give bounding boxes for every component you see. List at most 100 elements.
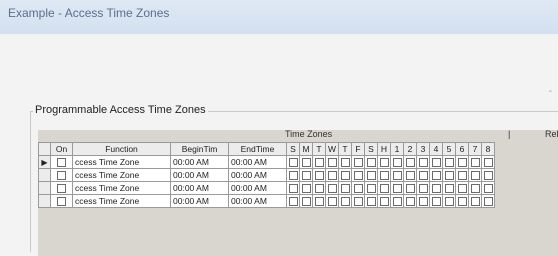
table-row[interactable]: ccess Time Zone 00:00 AM 00:00 AM	[38, 194, 495, 208]
column-header-on[interactable]: On	[50, 142, 73, 156]
column-header-day-15[interactable]: 8	[481, 142, 495, 156]
begin-time-cell[interactable]: 00:00 AM	[170, 168, 229, 182]
column-header-day-14[interactable]: 7	[468, 142, 482, 156]
day-cell[interactable]	[390, 181, 404, 195]
table-row[interactable]: ▶ ccess Time Zone 00:00 AM 00:00 AM	[38, 155, 495, 169]
day-cell[interactable]	[481, 181, 495, 195]
day-checkbox[interactable]	[314, 197, 324, 207]
day-cell[interactable]	[390, 168, 404, 182]
on-cell[interactable]	[50, 155, 73, 169]
day-cell[interactable]	[442, 181, 456, 195]
day-checkbox[interactable]	[340, 184, 350, 194]
day-cell[interactable]	[455, 194, 469, 208]
day-checkbox[interactable]	[483, 184, 493, 194]
on-checkbox[interactable]	[57, 197, 66, 207]
day-cell[interactable]	[364, 168, 378, 182]
day-cell[interactable]	[390, 194, 404, 208]
begin-time-cell[interactable]: 00:00 AM	[170, 155, 229, 169]
day-cell[interactable]	[286, 168, 300, 182]
day-cell[interactable]	[403, 155, 417, 169]
end-time-cell[interactable]: 00:00 AM	[228, 155, 287, 169]
day-cell[interactable]	[312, 168, 326, 182]
day-checkbox[interactable]	[301, 184, 311, 194]
day-cell[interactable]	[416, 181, 430, 195]
day-checkbox[interactable]	[392, 158, 402, 168]
day-checkbox[interactable]	[457, 184, 467, 194]
column-header-day-11[interactable]: 4	[429, 142, 443, 156]
day-cell[interactable]	[299, 181, 313, 195]
day-cell[interactable]	[429, 155, 443, 169]
day-checkbox[interactable]	[470, 158, 480, 168]
day-checkbox[interactable]	[444, 197, 454, 207]
day-checkbox[interactable]	[353, 197, 363, 207]
on-checkbox[interactable]	[57, 171, 66, 181]
day-checkbox[interactable]	[366, 171, 376, 181]
day-checkbox[interactable]	[405, 197, 415, 207]
day-checkbox[interactable]	[470, 171, 480, 181]
end-time-cell[interactable]: 00:00 AM	[228, 181, 287, 195]
day-cell[interactable]	[325, 155, 339, 169]
day-checkbox[interactable]	[288, 158, 298, 168]
day-cell[interactable]	[468, 168, 482, 182]
day-checkbox[interactable]	[340, 171, 350, 181]
day-cell[interactable]	[468, 194, 482, 208]
day-checkbox[interactable]	[327, 197, 337, 207]
day-checkbox[interactable]	[483, 158, 493, 168]
day-checkbox[interactable]	[444, 158, 454, 168]
column-header-day-9[interactable]: 2	[403, 142, 417, 156]
day-cell[interactable]	[351, 168, 365, 182]
day-cell[interactable]	[286, 194, 300, 208]
begin-time-cell[interactable]: 00:00 AM	[170, 181, 229, 195]
day-checkbox[interactable]	[327, 158, 337, 168]
day-checkbox[interactable]	[288, 184, 298, 194]
day-cell[interactable]	[338, 181, 352, 195]
day-checkbox[interactable]	[418, 171, 428, 181]
day-cell[interactable]	[364, 181, 378, 195]
day-checkbox[interactable]	[314, 158, 324, 168]
column-header-day-3[interactable]: W	[325, 142, 339, 156]
column-header-day-10[interactable]: 3	[416, 142, 430, 156]
day-checkbox[interactable]	[392, 171, 402, 181]
day-cell[interactable]	[468, 181, 482, 195]
day-checkbox[interactable]	[431, 158, 441, 168]
day-cell[interactable]	[351, 181, 365, 195]
day-cell[interactable]	[377, 181, 391, 195]
day-checkbox[interactable]	[379, 197, 389, 207]
day-cell[interactable]	[351, 155, 365, 169]
access-time-zones-grid[interactable]: On Function BeginTim EndTime SMTWTFSH123…	[38, 142, 495, 208]
day-checkbox[interactable]	[314, 171, 324, 181]
day-checkbox[interactable]	[353, 171, 363, 181]
on-checkbox[interactable]	[57, 158, 66, 168]
day-cell[interactable]	[429, 194, 443, 208]
day-cell[interactable]	[325, 168, 339, 182]
day-cell[interactable]	[286, 155, 300, 169]
day-cell[interactable]	[299, 168, 313, 182]
begin-time-cell[interactable]: 00:00 AM	[170, 194, 229, 208]
day-checkbox[interactable]	[405, 158, 415, 168]
column-header-function[interactable]: Function	[72, 142, 171, 156]
column-header-day-1[interactable]: M	[299, 142, 313, 156]
function-cell[interactable]: ccess Time Zone	[72, 194, 171, 208]
day-checkbox[interactable]	[379, 158, 389, 168]
column-header-day-12[interactable]: 5	[442, 142, 456, 156]
day-checkbox[interactable]	[366, 158, 376, 168]
day-cell[interactable]	[481, 194, 495, 208]
day-checkbox[interactable]	[288, 171, 298, 181]
day-cell[interactable]	[455, 181, 469, 195]
day-checkbox[interactable]	[405, 184, 415, 194]
row-indicator[interactable]	[38, 168, 51, 182]
column-header-day-8[interactable]: 1	[390, 142, 404, 156]
day-checkbox[interactable]	[392, 184, 402, 194]
day-cell[interactable]	[338, 155, 352, 169]
day-cell[interactable]	[416, 194, 430, 208]
column-header-day-2[interactable]: T	[312, 142, 326, 156]
end-time-cell[interactable]: 00:00 AM	[228, 168, 287, 182]
day-cell[interactable]	[364, 155, 378, 169]
day-cell[interactable]	[377, 194, 391, 208]
day-cell[interactable]	[429, 181, 443, 195]
day-cell[interactable]	[377, 168, 391, 182]
column-header-day-4[interactable]: T	[338, 142, 352, 156]
day-cell[interactable]	[468, 155, 482, 169]
day-cell[interactable]	[364, 194, 378, 208]
day-cell[interactable]	[299, 194, 313, 208]
